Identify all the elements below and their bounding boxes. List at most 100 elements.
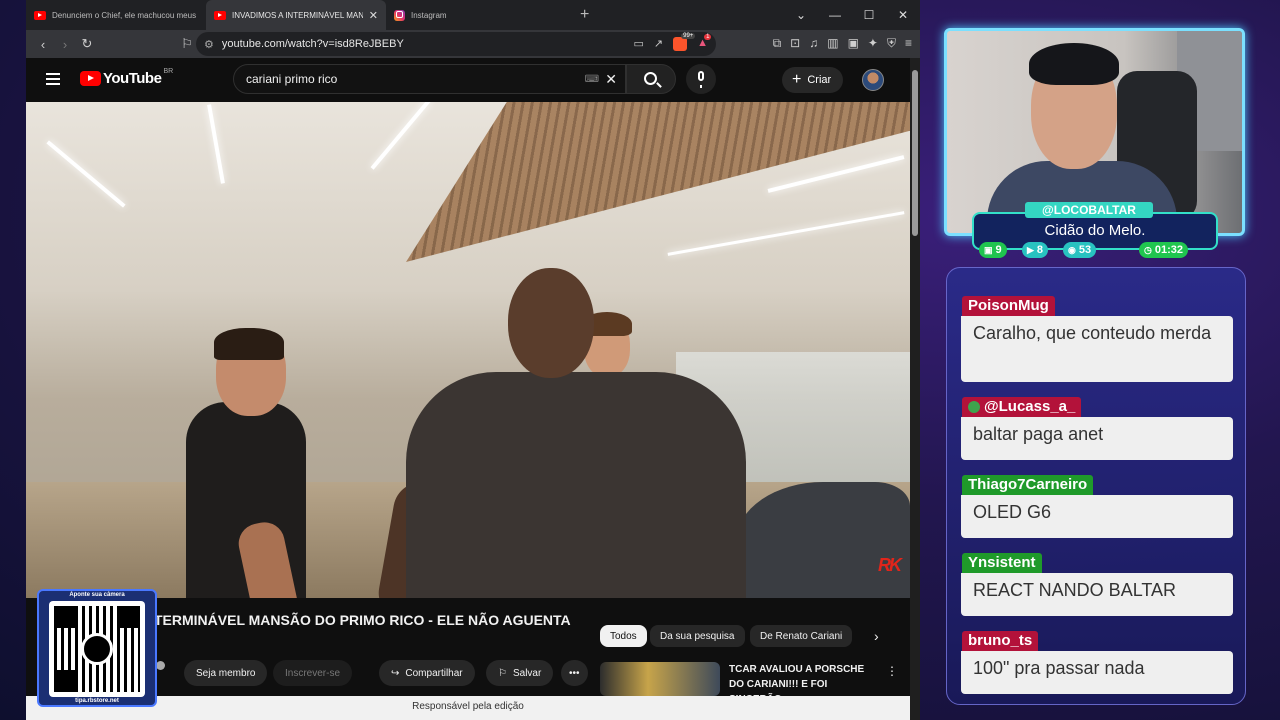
chip-from-search[interactable]: Da sua pesquisa [650, 625, 745, 647]
microphone-logo-icon [81, 633, 113, 665]
share-arrow-icon: ↪ [391, 667, 400, 679]
search-query: cariani primo rico [246, 72, 338, 86]
logo-text: YouTube [103, 70, 162, 87]
back-icon[interactable]: ‹ [32, 37, 54, 52]
minimize-icon[interactable]: — [818, 0, 852, 30]
streamer-subtitle: Cidão do Melo. [1044, 222, 1146, 239]
toolbar-extensions: ⧉ ⊡ ♫ ▥ ▣ ✦ ⛨ ≡ [773, 36, 912, 51]
plus-icon: + [792, 71, 802, 88]
window-controls: ⌄ — ☐ ✕ [784, 0, 920, 30]
tab-title: Instagram [411, 10, 447, 20]
chat-message: REACT NANDO BALTAR [961, 573, 1233, 616]
close-icon[interactable]: ✕ [886, 0, 920, 30]
video-player[interactable]: RK [26, 102, 910, 598]
bookmark-icon[interactable]: ⚐ [176, 36, 198, 52]
video-scene-light [207, 104, 225, 184]
save-label: Salvar [512, 667, 542, 679]
site-settings-icon[interactable]: ⚙ [204, 38, 214, 51]
youtube-icon: ▶ [1027, 244, 1034, 255]
chip-label: Da sua pesquisa [660, 630, 735, 642]
kick-icon: ◉ [1068, 244, 1076, 255]
bookmark-save-icon: ⚐ [498, 667, 507, 679]
create-button[interactable]: + Criar [782, 67, 844, 93]
chevron-right-icon[interactable]: › [874, 628, 879, 644]
stat-value: 01:32 [1154, 244, 1183, 256]
kebab-menu-icon[interactable]: ⋮ [886, 664, 898, 678]
scrollbar-thumb[interactable] [912, 70, 918, 236]
cast-icon[interactable]: ▭ [633, 37, 643, 51]
address-bar-actions: ▭ ↗ 99+ ▲ 1 [633, 33, 712, 51]
tab-youtube-active[interactable]: INVADIMOS A INTERMINÁVEL MANSÃO ✕ [206, 0, 386, 30]
chat-username: Thiago7Carneiro [962, 475, 1094, 495]
video-details: TERMINÁVEL MANSÃO DO PRIMO RICO - ELE NÃ… [26, 598, 910, 705]
browser-toolbar: ‹ › ↻ ⚐ ⚙ youtube.com/watch?v=isd8ReJBEB… [26, 30, 920, 58]
extensions-icon[interactable]: ⧉ [773, 36, 782, 51]
hamburger-menu-icon[interactable] [46, 73, 60, 88]
leo-ai-icon[interactable]: ✦ [868, 36, 878, 51]
reload-icon[interactable]: ↻ [76, 36, 98, 52]
chat-message: 100" pra passar nada [961, 651, 1233, 694]
chevron-down-icon[interactable]: ⌄ [784, 0, 818, 30]
share-button[interactable]: ↪ Compartilhar [379, 660, 475, 686]
chat-username: Ynsistent [962, 553, 1042, 573]
chip-from-channel[interactable]: De Renato Cariani [750, 625, 853, 647]
instagram-icon [394, 9, 405, 21]
page-scrollbar[interactable] [910, 58, 920, 720]
brave-shield-icon[interactable]: 99+ [673, 33, 696, 51]
shield-count-badge: 99+ [681, 33, 696, 39]
video-scene-light [370, 102, 432, 170]
voice-search-button[interactable] [686, 64, 716, 94]
rewards-icon[interactable]: ▲ 1 [697, 34, 712, 51]
maximize-icon[interactable]: ☐ [852, 0, 886, 30]
verified-icon [156, 661, 165, 670]
streamer-handle: @LOCOBALTAR [1025, 202, 1153, 218]
chat-username-text: @Lucass_a_ [984, 398, 1076, 415]
streamer-hair [1029, 43, 1119, 85]
chip-all[interactable]: Todos [600, 625, 647, 647]
stat-value: 9 [995, 244, 1002, 256]
more-actions-button[interactable]: ••• [561, 660, 588, 686]
save-button[interactable]: ⚐ Salvar [486, 660, 554, 686]
qr-top-text: Aponte sua câmera [69, 592, 125, 598]
subscribe-button[interactable]: Inscrever-se [273, 660, 353, 686]
new-tab-button[interactable]: + [580, 6, 589, 24]
tab-title: Denunciem o Chief, ele machucou meus sen… [52, 10, 198, 20]
keyboard-icon[interactable]: ⌨ [585, 74, 599, 85]
join-label: Seja membro [196, 667, 256, 679]
join-button[interactable]: Seja membro [184, 660, 268, 686]
tab-youtube-1[interactable]: Denunciem o Chief, ele machucou meus sen… [26, 0, 206, 30]
vpn-icon[interactable]: ⛨ [887, 36, 896, 51]
qr-code [49, 601, 145, 697]
search-button[interactable] [626, 64, 676, 94]
video-scene-light [667, 211, 905, 256]
video-person-center [406, 372, 746, 598]
account-avatar[interactable] [862, 69, 884, 91]
address-bar[interactable]: ⚙ youtube.com/watch?v=isd8ReJBEBY ▭ ↗ 99… [196, 32, 716, 56]
chip-label: Todos [610, 630, 637, 642]
create-label: Criar [807, 74, 832, 86]
clear-search-icon[interactable]: ✕ [605, 71, 617, 88]
video-scene-covered-car [736, 482, 910, 598]
channel-watermark: RK [878, 555, 902, 575]
clock-icon: ◷ [1144, 244, 1152, 255]
youtube-header: YouTube BR cariani primo rico ⌨ ✕ + Cria… [26, 58, 910, 102]
chat-message: Caralho, que conteudo merda [961, 316, 1233, 382]
search-input[interactable]: cariani primo rico ⌨ ✕ [233, 64, 626, 94]
youtube-play-icon [80, 71, 101, 86]
screenshot-icon[interactable]: ⊡ [790, 36, 800, 51]
forward-icon[interactable]: › [54, 37, 76, 52]
youtube-logo[interactable]: YouTube BR [80, 68, 173, 87]
music-icon[interactable]: ♫ [809, 36, 818, 51]
microphone-icon [698, 71, 704, 88]
menu-icon[interactable]: ≡ [905, 36, 912, 51]
tab-instagram[interactable]: Instagram [386, 0, 566, 30]
chip-label: De Renato Cariani [760, 630, 843, 642]
recommended-thumbnail[interactable] [600, 662, 720, 696]
video-scene-ceiling [406, 102, 910, 262]
stat-value: 53 [1078, 244, 1092, 256]
sidebar-icon[interactable]: ▥ [827, 36, 838, 51]
chat-icon: ▣ [984, 244, 993, 255]
close-tab-icon[interactable]: ✕ [369, 9, 378, 22]
wallet-icon[interactable]: ▣ [848, 36, 859, 51]
share-icon[interactable]: ↗ [654, 37, 663, 51]
